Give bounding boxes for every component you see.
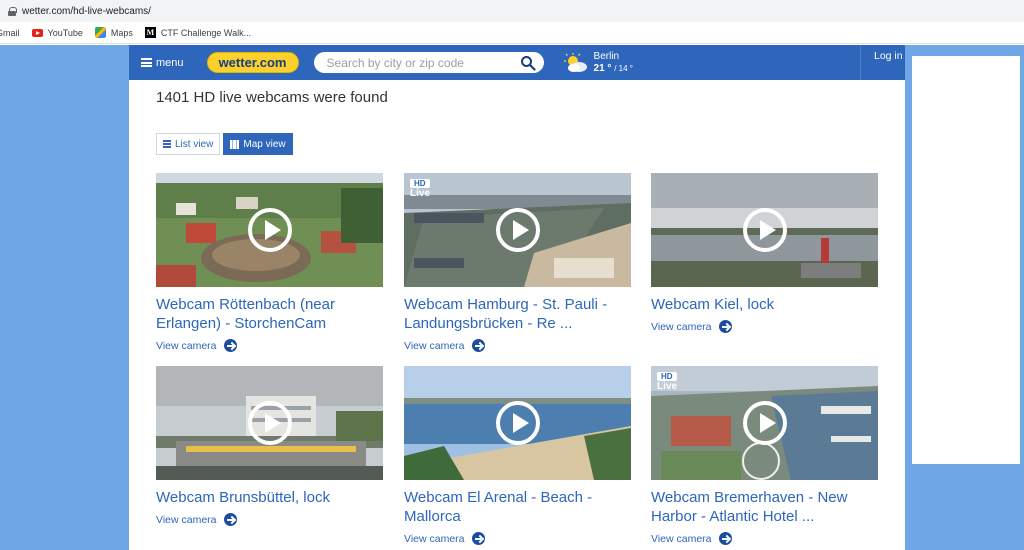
youtube-icon bbox=[31, 28, 43, 37]
hd-live-badge: HD Live bbox=[657, 372, 677, 393]
webcam-thumbnail[interactable] bbox=[651, 173, 878, 287]
ad-slot bbox=[912, 56, 1020, 464]
webcam-card: HD Live Webcam Bremerhaven - New Harbor … bbox=[651, 366, 878, 545]
bookmark-label: Maps bbox=[110, 27, 133, 38]
live-label: Live bbox=[657, 381, 678, 392]
hd-label: HD bbox=[410, 179, 430, 188]
bookmark-label: YouTube bbox=[47, 27, 83, 38]
hamburger-icon bbox=[141, 58, 152, 67]
play-icon[interactable] bbox=[496, 208, 540, 252]
play-icon[interactable] bbox=[248, 401, 292, 445]
webcam-card: Webcam Kiel, lock View camera bbox=[651, 173, 878, 333]
map-view-button[interactable]: Map view bbox=[223, 133, 293, 155]
webcam-title[interactable]: Webcam El Arenal - Beach - Mallorca bbox=[404, 488, 631, 526]
bookmark-label: Gmail bbox=[0, 27, 20, 38]
logo[interactable]: wetter.com bbox=[206, 52, 299, 73]
webcam-card: HD Live Webcam Hamburg - St. Pauli - Lan… bbox=[404, 173, 631, 352]
bookmark-youtube[interactable]: YouTube bbox=[31, 27, 83, 38]
arrow-right-icon bbox=[718, 532, 732, 545]
arrow-right-icon bbox=[471, 532, 485, 545]
webcam-title[interactable]: Webcam Röttenbach (near Erlangen) - Stor… bbox=[156, 295, 383, 333]
webcam-title[interactable]: Webcam Bremerhaven - New Harbor - Atlant… bbox=[651, 488, 878, 526]
search-icon[interactable] bbox=[520, 55, 536, 71]
view-camera-link[interactable]: View camera bbox=[156, 339, 383, 352]
webcam-thumbnail[interactable]: HD Live bbox=[404, 173, 631, 287]
login-button[interactable]: Log in bbox=[860, 45, 905, 80]
maps-icon bbox=[94, 27, 106, 38]
bookmark-label: CTF Challenge Walk... bbox=[160, 27, 252, 38]
list-icon bbox=[163, 140, 171, 148]
partly-cloudy-icon bbox=[563, 52, 587, 72]
results-heading: 1401 HD live webcams were found bbox=[156, 89, 388, 106]
view-camera-link[interactable]: View camera bbox=[404, 339, 631, 352]
view-toggle: List view Map view bbox=[156, 133, 293, 155]
webcam-card: Webcam Röttenbach (near Erlangen) - Stor… bbox=[156, 173, 383, 352]
webcam-card: Webcam El Arenal - Beach - Mallorca View… bbox=[404, 366, 631, 545]
webcam-thumbnail[interactable]: HD Live bbox=[651, 366, 878, 480]
top-nav: menu wetter.com Berlin 21 ° / 14 ° bbox=[129, 45, 905, 80]
map-view-label: Map view bbox=[243, 138, 286, 150]
view-camera-label: View camera bbox=[404, 339, 465, 352]
view-camera-label: View camera bbox=[404, 532, 465, 545]
bookmark-gmail[interactable]: Gmail bbox=[0, 28, 20, 38]
webcam-title[interactable]: Webcam Kiel, lock bbox=[651, 295, 878, 314]
arrow-right-icon bbox=[471, 339, 485, 352]
lock-icon bbox=[8, 6, 17, 16]
view-camera-label: View camera bbox=[156, 339, 217, 352]
arrow-right-icon bbox=[223, 513, 237, 526]
bookmarks-bar: Gmail YouTube Maps M CTF Challenge Walk.… bbox=[0, 22, 1024, 44]
search-box[interactable] bbox=[313, 52, 544, 73]
webcam-card: Webcam Brunsbüttel, lock View camera bbox=[156, 366, 383, 526]
bookmark-maps[interactable]: Maps bbox=[94, 27, 133, 38]
arrow-right-icon bbox=[223, 339, 237, 352]
view-camera-link[interactable]: View camera bbox=[651, 320, 878, 333]
webcam-thumbnail[interactable] bbox=[156, 366, 383, 480]
webcam-title[interactable]: Webcam Brunsbüttel, lock bbox=[156, 488, 383, 507]
view-camera-link[interactable]: View camera bbox=[156, 513, 383, 526]
view-camera-label: View camera bbox=[156, 513, 217, 526]
view-camera-link[interactable]: View camera bbox=[651, 532, 878, 545]
arrow-right-icon bbox=[718, 320, 732, 333]
view-camera-link[interactable]: View camera bbox=[404, 532, 631, 545]
live-label: Live bbox=[410, 188, 431, 199]
play-icon[interactable] bbox=[743, 401, 787, 445]
medium-icon: M bbox=[144, 27, 156, 38]
weather-temp-low: / 14 ° bbox=[614, 63, 633, 73]
hd-live-badge: HD Live bbox=[410, 179, 430, 200]
list-view-button[interactable]: List view bbox=[156, 133, 221, 155]
view-camera-label: View camera bbox=[651, 320, 712, 333]
webcam-title[interactable]: Webcam Hamburg - St. Pauli - Landungsbrü… bbox=[404, 295, 631, 333]
url-text[interactable]: wetter.com/hd-live-webcams/ bbox=[22, 6, 151, 17]
play-icon[interactable] bbox=[743, 208, 787, 252]
weather-widget[interactable]: Berlin 21 ° / 14 ° bbox=[563, 50, 633, 75]
menu-button[interactable]: menu bbox=[141, 57, 184, 69]
play-icon[interactable] bbox=[496, 401, 540, 445]
menu-label: menu bbox=[156, 56, 184, 69]
search-input[interactable] bbox=[326, 55, 507, 70]
main-content: menu wetter.com Berlin 21 ° / 14 ° bbox=[129, 45, 905, 550]
view-camera-label: View camera bbox=[651, 532, 712, 545]
list-view-label: List view bbox=[175, 138, 214, 150]
bookmark-ctf[interactable]: M CTF Challenge Walk... bbox=[144, 27, 252, 38]
hd-label: HD bbox=[657, 372, 677, 381]
weather-temp-high: 21 ° bbox=[593, 62, 612, 74]
webcam-thumbnail[interactable] bbox=[156, 173, 383, 287]
map-icon bbox=[230, 139, 240, 149]
weather-city: Berlin bbox=[593, 50, 620, 62]
address-bar[interactable]: wetter.com/hd-live-webcams/ bbox=[0, 0, 1024, 22]
webcam-thumbnail[interactable] bbox=[404, 366, 631, 480]
play-icon[interactable] bbox=[248, 208, 292, 252]
